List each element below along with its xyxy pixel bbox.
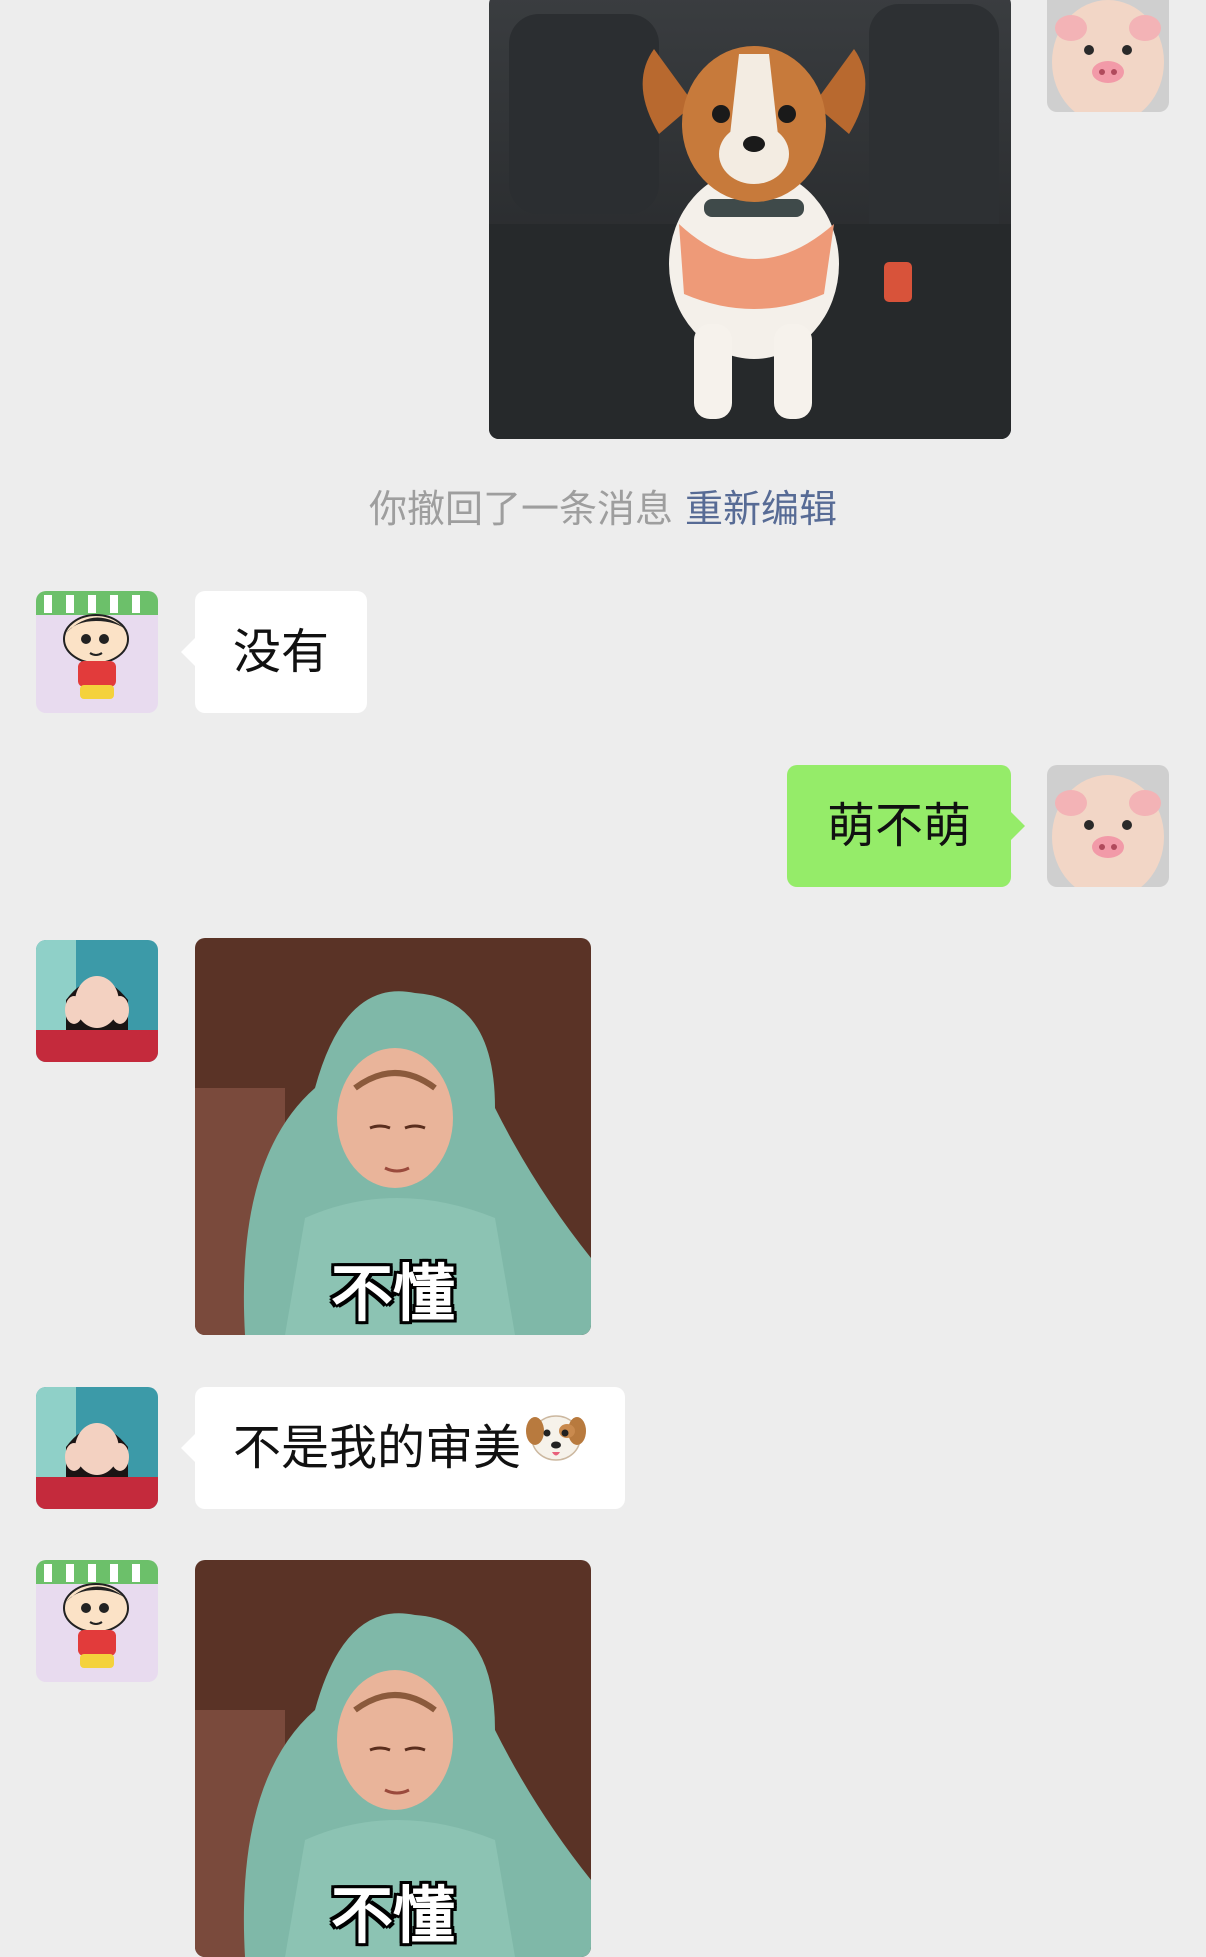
dog-photo-message[interactable]	[489, 0, 1011, 439]
message-text: 不是我的审美	[233, 1420, 522, 1476]
sticker-message[interactable]: 不懂	[195, 1560, 591, 1957]
recall-notice-text: 你撤回了一条消息	[368, 487, 673, 531]
re-edit-link[interactable]: 重新编辑	[685, 487, 837, 531]
pig-baby-avatar-image	[1047, 765, 1169, 887]
dog-photo-image	[489, 0, 1011, 439]
message-text: 没有	[233, 624, 330, 680]
shinchan-avatar[interactable]	[36, 1560, 158, 1682]
message-bubble-received[interactable]: 不是我的审美	[180, 1387, 626, 1512]
recall-notice: 你撤回了一条消息 重新编辑	[0, 478, 1206, 533]
girl-avatar-image	[36, 1387, 158, 1509]
dog-face-icon	[525, 1390, 587, 1512]
shinchan-avatar[interactable]	[36, 591, 158, 713]
message-text: 萌不萌	[826, 798, 971, 854]
my-avatar[interactable]	[1047, 765, 1169, 887]
pig-baby-avatar-image	[1047, 0, 1169, 112]
girl-avatar[interactable]	[36, 1387, 158, 1509]
sticker-message[interactable]: 不懂	[195, 938, 591, 1335]
girl-avatar[interactable]	[36, 940, 158, 1062]
sticker-caption: 不懂	[330, 1257, 455, 1330]
shinchan-avatar-image	[36, 591, 158, 713]
message-bubble-received[interactable]: 没有	[180, 591, 368, 713]
sticker-caption: 不懂	[330, 1879, 455, 1952]
shinchan-avatar-image	[36, 1560, 158, 1682]
girl-avatar-image	[36, 940, 158, 1062]
message-bubble-sent[interactable]: 萌不萌	[786, 765, 1026, 887]
my-avatar[interactable]	[1047, 0, 1169, 112]
